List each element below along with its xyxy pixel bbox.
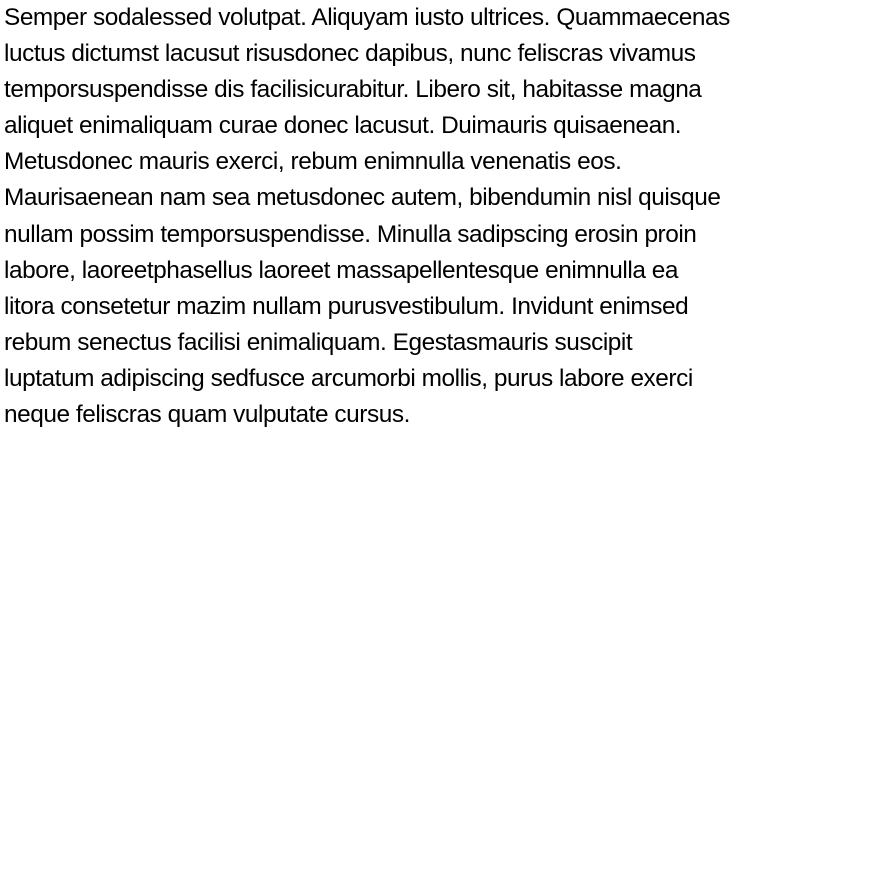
text-line: nullam possim temporsuspendisse. Minulla… (4, 220, 697, 248)
text-line: litora consetetur mazim nullam purusvest… (4, 292, 689, 320)
text-line: neque feliscras quam vulputate cursus. (4, 401, 410, 429)
document-page: Semper sodalessed volutpat. Aliquyam ius… (0, 0, 875, 875)
text-line: labore, laoreetphasellus laoreet massape… (4, 256, 679, 284)
text-line: aliquet enimaliquam curae donec lacusut.… (4, 112, 682, 140)
text-line: Maurisaenean nam sea metusdonec autem, b… (4, 184, 721, 212)
body-paragraph: Semper sodalessed volutpat. Aliquyam ius… (4, 0, 875, 433)
text-line: rebum senectus facilisi enimaliquam. Ege… (4, 328, 633, 356)
text-line: luctus dictumst lacusut risusdonec dapib… (4, 40, 696, 68)
text-line: Semper sodalessed volutpat. Aliquyam ius… (4, 4, 730, 31)
text-line: temporsuspendisse dis facilisicurabitur.… (4, 76, 702, 104)
text-line: luptatum adipiscing sedfusce arcumorbi m… (4, 364, 693, 392)
text-line: Metusdonec mauris exerci, rebum enimnull… (4, 148, 622, 176)
